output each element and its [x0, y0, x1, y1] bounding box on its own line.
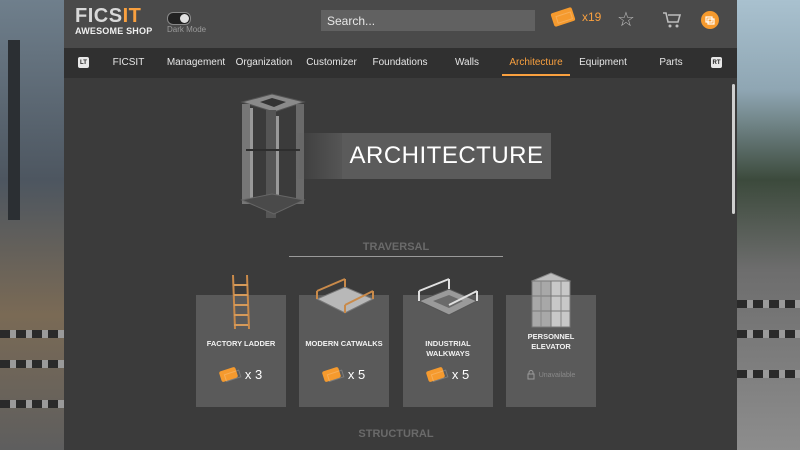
scene-conveyor [0, 360, 64, 368]
recipes-icon-svg [705, 16, 715, 25]
item-price: x 3 [196, 366, 286, 383]
shop-content: ARCHITECTURE TRAVERSAL FACTORY LADDER x … [64, 78, 737, 450]
item-price: x 5 [403, 366, 493, 383]
toggle-knob [180, 14, 189, 23]
ladder-icon [232, 274, 250, 330]
factory-scene-right [736, 0, 800, 450]
logo-subtitle: AWESOME SHOP [75, 26, 153, 36]
item-price: x 5 [299, 366, 389, 383]
scene-conveyor [737, 370, 800, 378]
tab-organization[interactable]: Organization [234, 48, 294, 78]
tab-management[interactable]: Management [165, 48, 227, 78]
category-title: ARCHITECTURE [342, 133, 551, 179]
ficsit-logo: FICSIT AWESOME SHOP [75, 5, 152, 36]
section-divider [289, 256, 503, 257]
cart-icon-svg [663, 12, 682, 28]
dark-mode-toggle[interactable] [167, 12, 191, 25]
item-name: INDUSTRIAL WALKWAYS [425, 339, 471, 358]
scene-conveyor [0, 400, 64, 408]
tab-customizer[interactable]: Customizer [304, 48, 359, 78]
scene-pillar [8, 40, 20, 220]
coupon-icon [218, 366, 239, 383]
scene-conveyor [737, 300, 800, 308]
price-value: x 3 [244, 367, 263, 382]
item-availability: Unavailable [506, 370, 596, 380]
cart-icon[interactable] [662, 10, 682, 34]
shop-item-factory-ladder[interactable]: FACTORY LADDER x 3 [196, 274, 286, 407]
coupon-icon [425, 366, 446, 383]
elevator-icon [530, 272, 572, 328]
lt-button-hint[interactable]: LT [78, 57, 89, 68]
section-title-traversal: TRAVERSAL [362, 241, 430, 253]
coupon-icon [550, 6, 576, 28]
logo-text: FICS [75, 5, 123, 27]
catwalk-icon [315, 278, 375, 314]
category-tabs: LT FICSIT Specials Management Organizati… [64, 48, 737, 98]
section-title-structural: STRUCTURAL [358, 428, 434, 440]
shop-item-industrial-walkways[interactable]: INDUSTRIAL WALKWAYS x 5 [403, 278, 493, 407]
item-name: FACTORY LADDER [206, 339, 276, 348]
awesome-shop-window: FICSIT AWESOME SHOP Dark Mode x19 ☆ LT F… [64, 0, 737, 450]
ticket-balance: x19 [550, 6, 602, 28]
tab-equipment[interactable]: Equipment [577, 48, 629, 78]
shop-item-modern-catwalks[interactable]: MODERN CATWALKS x 5 [299, 278, 389, 407]
dark-mode-label: Dark Mode [167, 25, 207, 34]
shop-header: FICSIT AWESOME SHOP Dark Mode x19 ☆ [64, 0, 737, 48]
scene-conveyor [737, 330, 800, 338]
ticket-count: x19 [582, 10, 602, 24]
item-name: PERSONNEL ELEVATOR [527, 332, 575, 351]
logo-text-accent: IT [122, 5, 142, 27]
price-value: x 5 [451, 367, 470, 382]
item-name: MODERN CATWALKS [305, 339, 383, 348]
tab-parts[interactable]: Parts [654, 48, 688, 78]
tab-walls[interactable]: Walls [446, 48, 488, 78]
recipes-icon[interactable] [701, 11, 719, 29]
shop-item-personnel-elevator[interactable]: PERSONNEL ELEVATOR Unavailable [506, 272, 596, 407]
scene-conveyor [0, 330, 64, 338]
rt-button-hint[interactable]: RT [711, 57, 722, 68]
availability-status: Unavailable [538, 371, 576, 379]
scrollbar[interactable] [732, 84, 735, 214]
tab-architecture[interactable]: Architecture [502, 48, 570, 78]
price-value: x 5 [347, 367, 366, 382]
tab-ficsit-specials[interactable]: FICSIT Specials [96, 48, 161, 98]
walkway-icon [417, 278, 479, 316]
tab-foundations[interactable]: Foundations [370, 48, 430, 78]
coupon-icon [321, 366, 342, 383]
search-input[interactable] [321, 10, 535, 31]
lock-icon [527, 370, 535, 380]
favorites-icon[interactable]: ☆ [617, 10, 635, 30]
